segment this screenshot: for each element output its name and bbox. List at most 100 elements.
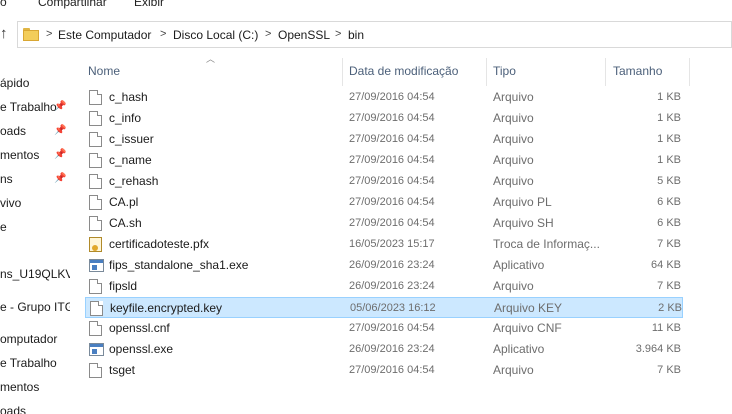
file-date: 27/09/2016 04:54 bbox=[349, 154, 435, 166]
file-row[interactable]: c_name 27/09/2016 04:54 Arquivo 1 KB bbox=[85, 150, 683, 171]
column-divider[interactable] bbox=[486, 58, 487, 86]
column-header-size[interactable]: Tamanho bbox=[613, 60, 662, 82]
file-row[interactable]: fipsld 26/09/2016 23:24 Arquivo 7 KB bbox=[85, 276, 683, 297]
file-size: 7 KB bbox=[657, 238, 681, 250]
file-size: 3.964 KB bbox=[635, 343, 681, 355]
file-name: fipsld bbox=[109, 279, 138, 293]
file-row[interactable]: certificadoteste.pfx 16/05/2023 15:17 Troc… bbox=[85, 234, 683, 255]
file-date: 27/09/2016 04:54 bbox=[349, 112, 435, 124]
file-type: Aplicativo bbox=[493, 258, 545, 272]
file-name: certificadoteste.pfx bbox=[109, 237, 210, 251]
generic-file-icon bbox=[89, 279, 102, 294]
file-date: 26/09/2016 23:24 bbox=[349, 343, 435, 355]
nav-item[interactable]: ns_U19QLKVII bbox=[0, 264, 70, 284]
file-size: 1 KB bbox=[657, 112, 681, 124]
breadcrumb-disco-local[interactable]: Disco Local (C:) bbox=[173, 28, 258, 42]
generic-file-icon bbox=[89, 132, 102, 147]
generic-file-icon bbox=[89, 153, 102, 168]
file-date: 27/09/2016 04:54 bbox=[349, 322, 435, 334]
file-row[interactable]: keyfile.encrypted.key 05/06/2023 16:12 Arq… bbox=[85, 297, 683, 318]
file-type: Troca de Informaç... bbox=[493, 237, 600, 251]
file-size: 6 KB bbox=[657, 196, 681, 208]
file-type: Arquivo KEY bbox=[494, 301, 563, 315]
file-row[interactable]: fips_standalone_sha1.exe 26/09/2016 23:24… bbox=[85, 255, 683, 276]
file-row[interactable]: CA.sh 27/09/2016 04:54 Arquivo SH 6 KB bbox=[85, 213, 683, 234]
nav-item[interactable]: oads bbox=[0, 121, 26, 141]
file-date: 16/05/2023 15:17 bbox=[349, 238, 435, 250]
generic-file-icon bbox=[89, 195, 102, 210]
breadcrumb-este-computador[interactable]: Este Computador bbox=[58, 28, 151, 42]
file-type: Arquivo bbox=[493, 90, 534, 104]
file-name: openssl.cnf bbox=[109, 321, 170, 335]
chevron-right-icon[interactable]: > bbox=[160, 28, 166, 40]
file-name: c_name bbox=[109, 153, 152, 167]
nav-item[interactable]: e bbox=[0, 217, 7, 237]
pin-icon: 📌 bbox=[54, 101, 67, 112]
file-name: keyfile.encrypted.key bbox=[110, 301, 223, 315]
address-bar[interactable]: > Este Computador > Disco Local (C:) > O… bbox=[17, 21, 732, 48]
column-divider[interactable] bbox=[689, 58, 690, 86]
file-type: Arquivo bbox=[493, 153, 534, 167]
nav-item[interactable]: e Trabalho bbox=[0, 353, 57, 373]
chevron-right-icon[interactable]: > bbox=[46, 28, 52, 40]
file-type: Arquivo bbox=[493, 363, 534, 377]
file-name: openssl.exe bbox=[109, 342, 174, 356]
nav-item[interactable]: oads bbox=[0, 401, 26, 414]
nav-item[interactable]: vivo bbox=[0, 193, 21, 213]
generic-file-icon bbox=[89, 174, 102, 189]
pin-icon: 📌 bbox=[54, 125, 67, 136]
file-size: 11 KB bbox=[651, 322, 681, 334]
file-name: CA.sh bbox=[109, 216, 142, 230]
generic-file-icon bbox=[89, 363, 102, 378]
file-date: 26/09/2016 23:24 bbox=[349, 280, 435, 292]
nav-item[interactable]: e - Grupo ITG bbox=[0, 297, 70, 317]
chevron-right-icon[interactable]: > bbox=[335, 28, 341, 40]
nav-item[interactable]: ns bbox=[0, 169, 13, 189]
file-name: c_rehash bbox=[109, 174, 159, 188]
file-list: ︿ Nome Data de modificação Tipo Tamanho … bbox=[80, 52, 732, 414]
file-size: 7 KB bbox=[657, 364, 681, 376]
file-name: c_info bbox=[109, 111, 142, 125]
column-divider[interactable] bbox=[605, 58, 606, 86]
file-type: Arquivo CNF bbox=[493, 321, 562, 335]
ribbon-tab-partial[interactable]: o bbox=[0, 0, 7, 9]
file-date: 27/09/2016 04:54 bbox=[349, 217, 435, 229]
generic-file-icon bbox=[90, 301, 103, 316]
file-row[interactable]: openssl.cnf 27/09/2016 04:54 Arquivo CNF 11… bbox=[85, 318, 683, 339]
nav-item[interactable]: omputador bbox=[0, 329, 57, 349]
nav-item[interactable]: mentos bbox=[0, 377, 39, 397]
breadcrumb-openssl[interactable]: OpenSSL bbox=[278, 28, 330, 42]
file-name: CA.pl bbox=[109, 195, 139, 209]
file-row[interactable]: CA.pl 27/09/2016 04:54 Arquivo PL 6 KB bbox=[85, 192, 683, 213]
column-divider[interactable] bbox=[342, 58, 343, 86]
file-row[interactable]: c_issuer 27/09/2016 04:54 Arquivo 1 KB bbox=[85, 129, 683, 150]
file-date: 27/09/2016 04:54 bbox=[349, 91, 435, 103]
column-header-date[interactable]: Data de modificação bbox=[349, 60, 458, 82]
file-type: Arquivo bbox=[493, 111, 534, 125]
file-row[interactable]: c_rehash 27/09/2016 04:54 Arquivo 5 KB bbox=[85, 171, 683, 192]
file-size: 7 KB bbox=[657, 280, 681, 292]
file-size: 6 KB bbox=[657, 217, 681, 229]
nav-item[interactable]: mentos bbox=[0, 145, 39, 165]
nav-item[interactable]: ápido bbox=[0, 73, 29, 93]
nav-item[interactable]: e Trabalho bbox=[0, 97, 57, 117]
file-date: 27/09/2016 04:54 bbox=[349, 175, 435, 187]
ribbon-tabs: o Compartilhar Exibir bbox=[0, 0, 732, 14]
ribbon-tab-compartilhar[interactable]: Compartilhar bbox=[38, 0, 107, 9]
chevron-right-icon[interactable]: > bbox=[265, 28, 271, 40]
file-row[interactable]: openssl.exe 26/09/2016 23:24 Aplicativo 3.9… bbox=[85, 339, 683, 360]
address-row: ↑ > Este Computador > Disco Local (C:) >… bbox=[0, 17, 732, 51]
file-row[interactable]: c_info 27/09/2016 04:54 Arquivo 1 KB bbox=[85, 108, 683, 129]
file-row[interactable]: tsget 27/09/2016 04:54 Arquivo 7 KB bbox=[85, 360, 683, 381]
file-size: 1 KB bbox=[657, 91, 681, 103]
ribbon-tab-exibir[interactable]: Exibir bbox=[134, 0, 164, 9]
column-header-type[interactable]: Tipo bbox=[493, 60, 516, 82]
breadcrumb-bin[interactable]: bin bbox=[348, 28, 364, 42]
certificate-file-icon bbox=[89, 237, 102, 252]
file-row[interactable]: c_hash 27/09/2016 04:54 Arquivo 1 KB bbox=[85, 87, 683, 108]
generic-file-icon bbox=[89, 90, 102, 105]
column-header-name[interactable]: Nome bbox=[88, 60, 120, 82]
pin-icon: 📌 bbox=[54, 149, 67, 160]
file-date: 05/06/2023 16:12 bbox=[350, 302, 436, 314]
up-arrow-icon[interactable]: ↑ bbox=[0, 25, 14, 43]
